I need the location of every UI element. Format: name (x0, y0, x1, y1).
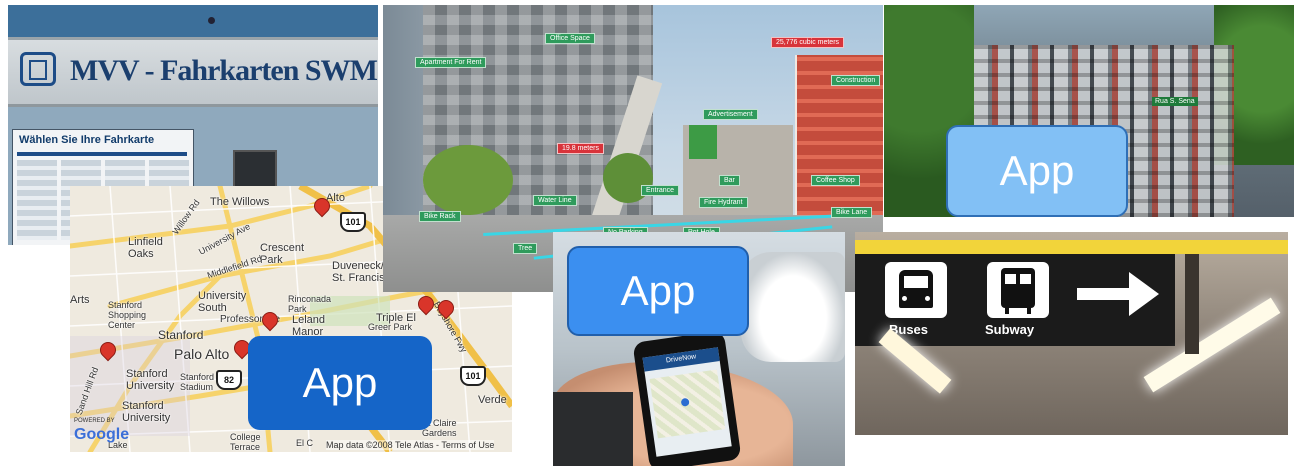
map-label-rinconada-text: Rinconada Park (288, 294, 332, 314)
map-label-linfield-text: Linfield Oaks (128, 236, 163, 260)
traffic-photo: Rua S. Sena App (884, 5, 1294, 217)
map-label-shopping: Stanford Shopping Center (108, 300, 162, 330)
machine-sign-text: MVV - Fahrkarten SWM (70, 54, 378, 87)
ar-tag-apartment[interactable]: Apartment For Rent (415, 57, 487, 68)
phone-photo: DriveNow App (553, 232, 845, 466)
google-logo: Google (74, 426, 130, 443)
map-label-college-terrace-text: College Terrace (230, 432, 261, 452)
map-label-verde: Verde (478, 394, 507, 406)
map-attribution[interactable]: Map data ©2008 Tele Atlas - Terms of Use (326, 440, 495, 450)
pillar (1185, 254, 1199, 354)
phone-app-button[interactable]: App (567, 246, 749, 336)
map-label-arts: Arts (70, 294, 90, 306)
map-label-leland: Leland Manor (292, 314, 336, 338)
ar-tag-hydrant[interactable]: Fire Hydrant (699, 197, 748, 208)
map-label-stanford-univ-1-text: Stanford University (126, 368, 175, 392)
map-label-crescent-text: Crescent Park (260, 242, 305, 266)
phone-screen: DriveNow (642, 347, 732, 457)
ceiling-stripe (855, 240, 1288, 254)
ar-tag-office[interactable]: Office Space (545, 33, 595, 44)
ticket-icon (20, 52, 56, 86)
white-car (741, 252, 845, 362)
traffic-app-button[interactable]: App (946, 125, 1128, 217)
sign-board: Buses Subway (855, 254, 1175, 346)
ar-tag-advertisement[interactable]: Advertisement (703, 109, 758, 120)
map-app-button[interactable]: App (248, 336, 432, 430)
map-label-university-south-text: University South (198, 290, 247, 314)
map-label-greer: Greer Park (368, 322, 413, 332)
map-label-stadium-text: Stanford Stadium (180, 372, 215, 392)
highway-shield-82: 82 (216, 370, 242, 390)
ar-tag-entrance[interactable]: Entrance (641, 185, 680, 196)
map-label-stanford-univ-2: Stanford University (122, 400, 182, 424)
ar-tag-bike-rack[interactable]: Bike Rack (419, 211, 461, 222)
ar-tag-tree[interactable]: Tree (513, 243, 538, 254)
map-label-leland-text: Leland Manor (292, 314, 326, 338)
map-label-stanford-univ-1: Stanford University (126, 368, 186, 392)
green-billboard (689, 125, 717, 159)
subway-label: Subway (985, 322, 1035, 337)
phone-screen-header: DriveNow (642, 347, 720, 372)
ar-tag-meters[interactable]: 19.8 meters (557, 143, 604, 154)
highway-shield-101-right: 101 (460, 366, 486, 386)
arrow-right-icon (1077, 272, 1159, 316)
ar-tag-bike-lane[interactable]: Bike Lane (831, 207, 873, 218)
ar-tag-cubic-meters[interactable]: 25,776 cubic meters (771, 37, 845, 48)
subway-icon (987, 262, 1049, 318)
map-label-stanford: Stanford (158, 328, 204, 342)
map-label-willows: The Willows (210, 196, 270, 208)
ar-tag-construction[interactable]: Construction (831, 75, 881, 86)
ar-tag-water-line[interactable]: Water Line (533, 195, 577, 206)
map-label-linfield: Linfield Oaks (128, 236, 188, 260)
smartphone: DriveNow (632, 330, 742, 466)
phone-brand-text: DriveNow (665, 353, 697, 365)
screw (208, 17, 215, 24)
map-label-palo-alto: Palo Alto (174, 346, 230, 362)
map-label-duveneck-text: Duveneck/ St. Francis (332, 260, 385, 284)
map-label-rinconada: Rinconada Park (288, 294, 342, 314)
map-label-college-terrace: College Terrace (230, 432, 280, 452)
ar-tag-coffee[interactable]: Coffee Shop (811, 175, 860, 186)
machine-top-bar (8, 5, 378, 37)
map-powered-by: POWERED BY (74, 418, 115, 424)
highway-shield-101-top: 101 (340, 212, 366, 232)
subway-sign-photo: Buses Subway (855, 232, 1288, 435)
map-label-university-south: University South (198, 290, 258, 314)
road-sign: Rua S. Sena (1152, 97, 1198, 106)
map-label-shopping-text: Stanford Shopping Center (108, 300, 147, 330)
ar-tag-bar[interactable]: Bar (719, 175, 740, 186)
sleeve (553, 392, 633, 466)
map-label-stanford-univ-2-text: Stanford University (122, 400, 171, 424)
bus-icon (885, 262, 947, 318)
tree-left (423, 145, 513, 215)
map-label-crescent: Crescent Park (260, 242, 320, 266)
road-el-camino: El C (296, 438, 314, 448)
machine-sign: MVV - Fahrkarten SWM (8, 37, 378, 107)
ticket-menu-header: Wählen Sie Ihre Fahrkarte (19, 134, 155, 146)
